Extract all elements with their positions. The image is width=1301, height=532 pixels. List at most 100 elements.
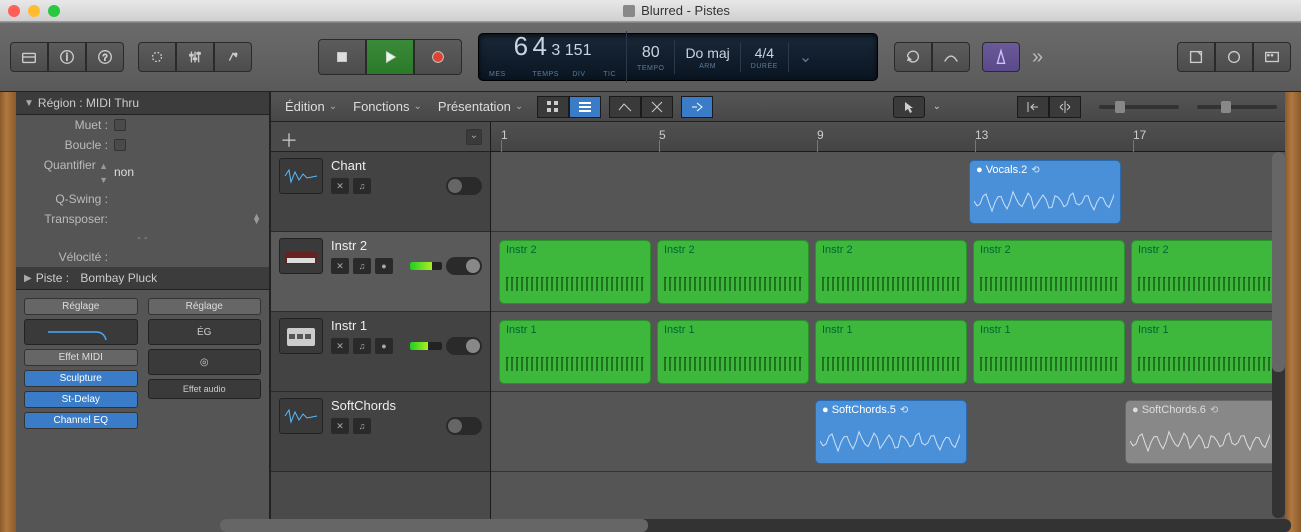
solo-button[interactable]: ♫: [353, 258, 371, 274]
record-enable-button[interactable]: ●: [375, 258, 393, 274]
region[interactable]: Instr 1: [499, 320, 651, 384]
track-instrument-icon[interactable]: [279, 158, 323, 194]
track-instrument-icon[interactable]: [279, 398, 323, 434]
region[interactable]: Instr 2: [657, 240, 809, 304]
track-header[interactable]: Chant✕♫: [271, 152, 490, 232]
track-instrument-icon[interactable]: [279, 238, 323, 274]
snap-center-button[interactable]: [1049, 96, 1081, 118]
lcd-display[interactable]: 6 4 3 151 MES TEMPS DIV TIC 80 TEMPO Do …: [478, 33, 878, 81]
lcd-beat[interactable]: 4: [532, 31, 546, 61]
midi-effect-slot[interactable]: Effet MIDI: [24, 349, 138, 366]
lcd-tempo[interactable]: 80: [637, 42, 664, 64]
loops-button[interactable]: [1215, 42, 1253, 72]
lcd-measure[interactable]: 6: [514, 31, 528, 61]
menu-fonctions[interactable]: Fonctions ⌄: [347, 97, 428, 116]
eq-thumbnail[interactable]: [24, 319, 138, 345]
inspector-region-header[interactable]: ▼ Région : MIDI Thru: [16, 92, 269, 115]
library-button[interactable]: [10, 42, 48, 72]
region[interactable]: Instr 1: [973, 320, 1125, 384]
mute-button[interactable]: ✕: [331, 418, 349, 434]
setting-button[interactable]: Réglage: [148, 298, 262, 315]
mute-checkbox[interactable]: [114, 119, 126, 131]
close-window-button[interactable]: [8, 5, 20, 17]
lcd-dropdown-icon[interactable]: ⌄: [789, 45, 822, 69]
setting-button[interactable]: Réglage: [24, 298, 138, 315]
toolbar-more-icon[interactable]: »: [1026, 46, 1049, 69]
menu-presentation[interactable]: Présentation ⌄: [432, 97, 529, 116]
region[interactable]: ● SoftChords.6 ⟲: [1125, 400, 1285, 464]
solo-button[interactable]: ♫: [353, 338, 371, 354]
eq-slot[interactable]: ÉG: [148, 319, 262, 345]
v-zoom-slider[interactable]: [1099, 105, 1179, 109]
region[interactable]: Instr 2: [499, 240, 651, 304]
mute-button[interactable]: ✕: [331, 178, 349, 194]
stop-button[interactable]: [318, 39, 366, 75]
track-lane[interactable]: Instr 2Instr 2Instr 2Instr 2Instr 2: [491, 232, 1285, 312]
flex-button[interactable]: [641, 96, 673, 118]
menu-edition[interactable]: Édition ⌄: [279, 97, 343, 116]
lcd-signature[interactable]: 4/4: [751, 44, 778, 64]
solo-button[interactable]: ♫: [353, 178, 371, 194]
record-enable-button[interactable]: ●: [375, 338, 393, 354]
media-browser-button[interactable]: [1253, 42, 1291, 72]
track-header[interactable]: SoftChords ✕♫: [271, 392, 490, 472]
h-zoom-slider[interactable]: [1197, 105, 1277, 109]
stepper-icon[interactable]: ▲▼: [252, 214, 261, 224]
lcd-tick[interactable]: 151: [565, 42, 592, 59]
lcd-division[interactable]: 3: [551, 42, 560, 59]
mute-button[interactable]: ✕: [331, 338, 349, 354]
metronome-button[interactable]: [982, 42, 1020, 72]
mute-button[interactable]: ✕: [331, 258, 349, 274]
record-button[interactable]: [414, 39, 462, 75]
notepad-button[interactable]: [1177, 42, 1215, 72]
region[interactable]: Instr 2: [973, 240, 1125, 304]
track-name[interactable]: SoftChords: [331, 398, 482, 413]
track-name[interactable]: Instr 1: [331, 318, 482, 333]
global-tracks-toggle[interactable]: ⌄: [466, 129, 482, 145]
automation-button[interactable]: [609, 96, 641, 118]
audio-effect-slot[interactable]: St-Delay: [24, 391, 138, 408]
track-header[interactable]: Instr 2 ✕♫●: [271, 232, 490, 312]
arrange-area[interactable]: 1591317 ● Vocals.2 ⟲Instr 2Instr 2Instr …: [491, 122, 1285, 532]
play-button[interactable]: [366, 39, 414, 75]
track-lane[interactable]: ● SoftChords.5 ⟲ ● SoftChords.6 ⟲: [491, 392, 1285, 472]
track-lane[interactable]: Instr 1Instr 1Instr 1Instr 1Instr 1: [491, 312, 1285, 392]
region[interactable]: Instr 1: [657, 320, 809, 384]
track-lane[interactable]: ● Vocals.2 ⟲: [491, 152, 1285, 232]
mixer-button[interactable]: [176, 42, 214, 72]
track-instrument-icon[interactable]: [279, 318, 323, 354]
help-button[interactable]: ?: [86, 42, 124, 72]
region[interactable]: ● SoftChords.5 ⟲: [815, 400, 967, 464]
audio-effect-slot[interactable]: Effet audio: [148, 379, 262, 399]
lcd-key[interactable]: Do maj: [685, 44, 729, 64]
horizontal-scrollbar[interactable]: [220, 519, 1291, 532]
solo-button[interactable]: ♫: [353, 418, 371, 434]
snap-left-button[interactable]: [1017, 96, 1049, 118]
region[interactable]: Instr 2: [815, 240, 967, 304]
inspector-button[interactable]: i: [48, 42, 86, 72]
view-grid-button[interactable]: [537, 96, 569, 118]
quantize-value[interactable]: non: [114, 165, 134, 179]
view-list-button[interactable]: [569, 96, 601, 118]
track-header[interactable]: Instr 1 ✕♫●: [271, 312, 490, 392]
enable-switch[interactable]: [446, 417, 482, 435]
stereo-slot[interactable]: ◎: [148, 349, 262, 375]
editors-button[interactable]: [214, 42, 252, 72]
catch-playhead-button[interactable]: [681, 96, 713, 118]
track-name[interactable]: Instr 2: [331, 238, 482, 253]
zoom-window-button[interactable]: [48, 5, 60, 17]
region[interactable]: Instr 1: [815, 320, 967, 384]
cycle-button[interactable]: [894, 42, 932, 72]
pointer-tool[interactable]: [893, 96, 925, 118]
region[interactable]: Instr 2: [1131, 240, 1283, 304]
instrument-slot[interactable]: Sculpture: [24, 370, 138, 387]
region[interactable]: Instr 1: [1131, 320, 1283, 384]
autopunch-button[interactable]: [932, 42, 970, 72]
inspector-track-header[interactable]: ▶ Piste : Bombay Pluck: [16, 267, 269, 290]
enable-switch[interactable]: [446, 337, 482, 355]
region[interactable]: ● Vocals.2 ⟲: [969, 160, 1121, 224]
timeline-ruler[interactable]: 1591317: [491, 122, 1285, 152]
enable-switch[interactable]: [446, 257, 482, 275]
smart-controls-button[interactable]: [138, 42, 176, 72]
add-track-button[interactable]: ＋: [279, 127, 299, 147]
